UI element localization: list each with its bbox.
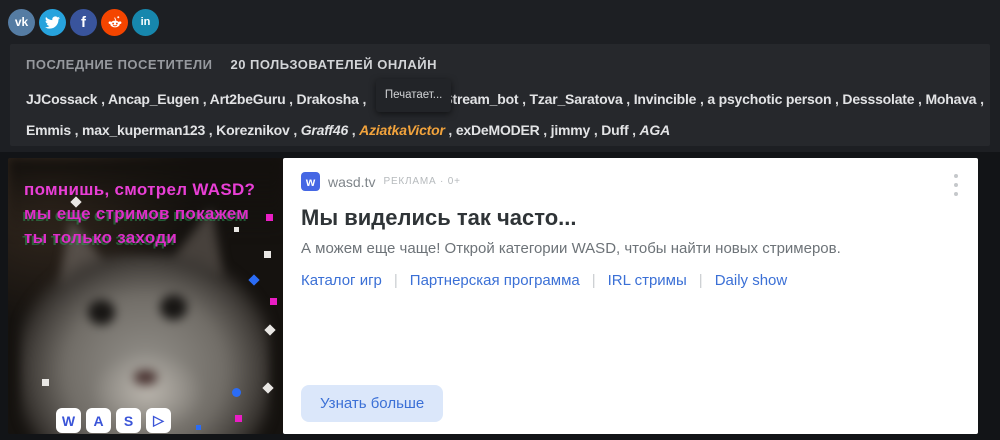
- ad-link[interactable]: Партнерская программа: [410, 272, 580, 289]
- confetti: [264, 251, 271, 258]
- name-separator: ,: [696, 91, 708, 107]
- linkedin-icon-label: in: [140, 15, 151, 28]
- wasd-logo-letter: ▷: [146, 408, 171, 433]
- name-separator: ,: [831, 91, 843, 107]
- visitor-name[interactable]: Koreznikov: [216, 122, 290, 138]
- linkedin-icon[interactable]: in: [132, 8, 159, 36]
- link-separator: |: [393, 272, 398, 289]
- visitor-name[interactable]: AGA: [639, 122, 670, 138]
- typing-tooltip: Печатает...: [375, 79, 452, 112]
- name-separator: ,: [285, 91, 297, 107]
- facebook-icon[interactable]: f: [70, 8, 97, 36]
- visitor-name[interactable]: AziatkaVictor: [359, 122, 445, 138]
- visitor-name[interactable]: Invincible: [634, 91, 697, 107]
- ad-link[interactable]: Daily show: [715, 272, 788, 289]
- visitor-name[interactable]: Mohava: [925, 91, 976, 107]
- visitor-name[interactable]: Desssolate: [842, 91, 914, 107]
- ad-link[interactable]: IRL стримы: [608, 272, 687, 289]
- visitor-name[interactable]: Ancap_Eugen: [108, 91, 199, 107]
- banner-line2: мы еще стримов покажем: [24, 204, 250, 223]
- banner-line1: помнишь, смотрел WASD?: [24, 180, 256, 199]
- wasd-logo-letter: A: [86, 408, 111, 433]
- name-separator: ,: [358, 91, 370, 107]
- confetti: [42, 379, 49, 386]
- visitor-name[interactable]: max_kuperman123: [82, 122, 205, 138]
- ad-body: А можем еще чаще! Открой категории WASD,…: [301, 240, 841, 257]
- online-count: 20 ПОЛЬЗОВАТЕЛЕЙ ОНЛАЙН: [230, 57, 437, 72]
- wasd-logo-letter: W: [56, 408, 81, 433]
- vk-icon-label: vk: [14, 15, 29, 29]
- visitor-name[interactable]: jimmy: [551, 122, 591, 138]
- visitor-name[interactable]: exDeMODER: [456, 122, 540, 138]
- banner-text: помнишь, смотрел WASD? мы еще стримов по…: [24, 178, 255, 250]
- visitor-names: JJCossack , Ancap_Eugen , Art2beGuru , D…: [26, 79, 984, 143]
- name-separator: ,: [518, 91, 530, 107]
- confetti: [196, 425, 201, 430]
- visitor-name[interactable]: Art2beGuru: [210, 91, 286, 107]
- banner-line3: ты только заходи: [24, 228, 178, 247]
- name-separator: ,: [622, 91, 634, 107]
- brand-letter: w: [305, 174, 316, 189]
- wasd-logo: W A S ▷: [56, 408, 171, 433]
- learn-more-button[interactable]: Узнать больше: [301, 385, 444, 422]
- visitors-title: ПОСЛЕДНИЕ ПОСЕТИТЕЛИ: [26, 57, 213, 72]
- name-separator: ,: [539, 122, 551, 138]
- twitter-bird-icon: [45, 15, 60, 29]
- visitor-name[interactable]: Tzar_Saratova: [529, 91, 622, 107]
- visitor-name[interactable]: Duff: [601, 122, 628, 138]
- name-separator: ,: [205, 122, 217, 138]
- brand-name[interactable]: wasd.tv: [328, 174, 375, 190]
- ad-header: w wasd.tv РЕКЛАМА · 0+: [301, 172, 978, 191]
- name-separator: ,: [97, 91, 108, 107]
- name-separator: ,: [348, 122, 360, 138]
- ad-label: РЕКЛАМА · 0+: [383, 176, 461, 187]
- menu-dots-icon[interactable]: [950, 170, 962, 200]
- confetti: [232, 388, 241, 397]
- visitor-name[interactable]: JJCossack: [26, 91, 98, 107]
- ad-link[interactable]: Каталог игр: [301, 272, 382, 289]
- social-bar: vk f in: [0, 0, 1000, 44]
- wasd-logo-letter: S: [116, 408, 141, 433]
- visitor-name[interactable]: Drakosha: [297, 91, 359, 107]
- visitor-name[interactable]: a psychotic person: [707, 91, 831, 107]
- ad-title: Мы виделись так часто...: [301, 205, 577, 230]
- ad-banner-image[interactable]: помнишь, смотрел WASD? мы еще стримов по…: [8, 158, 283, 434]
- reddit-alien-icon: [108, 16, 121, 28]
- link-separator: |: [591, 272, 596, 289]
- confetti: [235, 415, 242, 422]
- visitors-panel: ПОСЛЕДНИЕ ПОСЕТИТЕЛИ 20 ПОЛЬЗОВАТЕЛЕЙ ОН…: [10, 44, 990, 146]
- wasd-brand-icon: w: [301, 172, 320, 191]
- confetti: [266, 214, 273, 221]
- ad-links: Каталог игр | Партнерская программа | IRL ст…: [301, 272, 978, 289]
- name-separator: ,: [590, 122, 602, 138]
- name-separator: ,: [70, 122, 82, 138]
- name-separator: ,: [289, 122, 301, 138]
- name-separator: ,: [444, 122, 456, 138]
- link-separator: |: [698, 272, 703, 289]
- visitor-name[interactable]: Stream_bot: [443, 91, 518, 107]
- confetti: [270, 298, 277, 305]
- visitors-header: ПОСЛЕДНИЕ ПОСЕТИТЕЛИ 20 ПОЛЬЗОВАТЕЛЕЙ ОН…: [26, 57, 974, 72]
- reddit-icon[interactable]: [101, 8, 128, 36]
- name-separator: ,: [914, 91, 926, 107]
- visitor-name[interactable]: Graff46: [301, 122, 349, 138]
- ad-banner-section: помнишь, смотрел WASD? мы еще стримов по…: [0, 152, 1000, 440]
- name-separator: ,: [976, 91, 984, 107]
- ad-panel: w wasd.tv РЕКЛАМА · 0+ Мы виделись так ч…: [283, 158, 978, 434]
- name-separator: ,: [199, 91, 210, 107]
- vk-icon[interactable]: vk: [8, 8, 35, 36]
- twitter-icon[interactable]: [39, 8, 66, 36]
- facebook-icon-label: f: [81, 13, 86, 31]
- visitor-name[interactable]: Emmis: [26, 122, 71, 138]
- name-separator: ,: [628, 122, 640, 138]
